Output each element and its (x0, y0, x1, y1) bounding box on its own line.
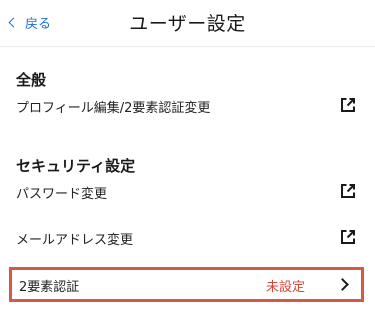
two-factor-auth-label: 2要素認証 (19, 280, 80, 295)
profile-edit-label: プロフィール編集/2要素認証変更 (16, 101, 211, 116)
two-factor-status: 未設定 (265, 280, 305, 295)
external-link-icon (341, 98, 355, 112)
external-link-icon (341, 230, 355, 244)
section-header-security: セキュリティ設定 (16, 157, 136, 175)
section-header-general: 全般 (16, 71, 47, 89)
external-link-icon (341, 184, 355, 198)
email-change-row[interactable]: メールアドレス変更 (0, 223, 375, 253)
chevron-right-icon (336, 278, 349, 291)
password-change-label: パスワード変更 (16, 187, 108, 202)
two-factor-auth-row[interactable]: 2要素認証 未設定 (9, 267, 364, 302)
nav-bar: 戻る ユーザー設定 (0, 0, 375, 47)
profile-edit-row[interactable]: プロフィール編集/2要素認証変更 (0, 91, 375, 121)
email-change-label: メールアドレス変更 (16, 233, 134, 248)
page-title: ユーザー設定 (129, 13, 246, 35)
password-change-row[interactable]: パスワード変更 (0, 177, 375, 207)
